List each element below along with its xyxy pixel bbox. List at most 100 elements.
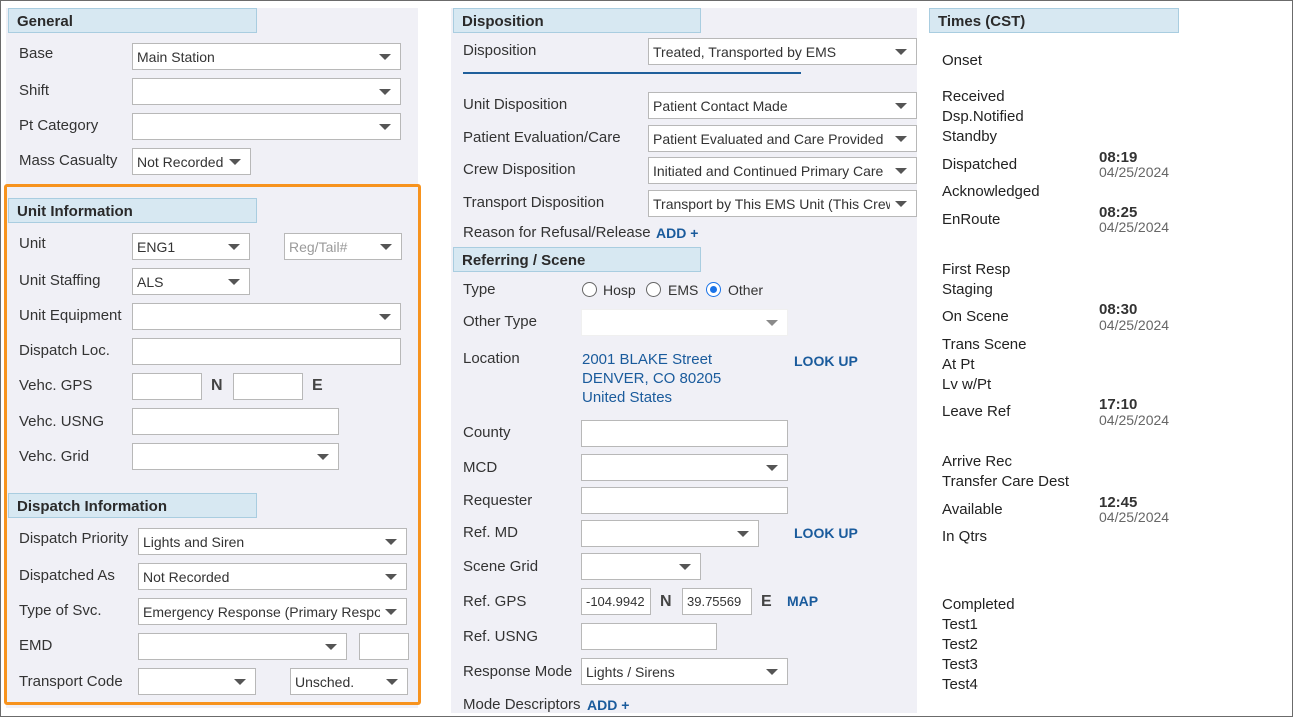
referring-header: Referring / Scene: [453, 247, 701, 272]
base-label: Base: [19, 45, 54, 62]
time-in-qtrs[interactable]: In Qtrs: [942, 528, 987, 545]
mcd-select[interactable]: [581, 454, 788, 481]
chevron-down-icon: [379, 89, 391, 95]
unit-disposition-select[interactable]: Patient Contact Made: [648, 92, 917, 119]
radio-other[interactable]: [706, 282, 721, 297]
chevron-down-icon: [766, 320, 778, 326]
location-line2: DENVER, CO 80205: [582, 370, 722, 387]
patient-eval-label: Patient Evaluation/Care: [463, 129, 621, 146]
ref-usng-input[interactable]: [581, 623, 717, 650]
chevron-down-icon: [895, 201, 907, 207]
time-trans-scene[interactable]: Trans Scene: [942, 336, 1027, 353]
ref-md-lookup-link[interactable]: LOOK UP: [794, 525, 858, 541]
time-staging[interactable]: Staging: [942, 281, 993, 298]
radio-hosp-label: Hosp: [603, 282, 636, 298]
chevron-down-icon: [895, 168, 907, 174]
time-leave-ref-time: 17:10: [1099, 396, 1138, 413]
time-test1[interactable]: Test1: [942, 616, 978, 633]
time-dispatched-date: 04/25/2024: [1099, 164, 1170, 180]
location-lookup-link[interactable]: LOOK UP: [794, 353, 858, 369]
chevron-down-icon: [737, 531, 749, 537]
county-input[interactable]: [581, 420, 788, 447]
response-mode-label: Response Mode: [463, 663, 573, 680]
highlight-box: [4, 184, 421, 705]
mode-descriptors-add-link[interactable]: ADD +: [587, 697, 629, 713]
scene-grid-label: Scene Grid: [463, 558, 539, 575]
requester-label: Requester: [463, 492, 533, 509]
mass-casualty-label: Mass Casualty: [19, 152, 118, 169]
pt-category-select[interactable]: [132, 113, 401, 140]
county-label: County: [463, 424, 511, 441]
mode-descriptors-label: Mode Descriptors: [463, 696, 581, 713]
time-received[interactable]: Received: [942, 88, 1005, 105]
radio-ems[interactable]: [646, 282, 661, 297]
time-arrive-rec[interactable]: Arrive Rec: [942, 453, 1012, 470]
disposition-label: Disposition: [463, 42, 537, 59]
crew-disposition-label: Crew Disposition: [463, 161, 576, 178]
location-line1: 2001 BLAKE Street: [582, 351, 713, 368]
location-label: Location: [463, 350, 520, 367]
times-header: Times (CST): [929, 8, 1179, 33]
time-leave-ref[interactable]: Leave Ref: [942, 403, 1010, 420]
ref-gps-lat-input[interactable]: -104.9942: [581, 588, 651, 615]
time-completed[interactable]: Completed: [942, 596, 1015, 613]
time-available[interactable]: Available: [942, 501, 1003, 518]
time-test4[interactable]: Test4: [942, 676, 978, 693]
time-lv-wpt[interactable]: Lv w/Pt: [942, 376, 991, 393]
patient-eval-select[interactable]: Patient Evaluated and Care Provided: [648, 125, 917, 152]
ref-gps-lon-input[interactable]: 39.75569: [682, 588, 752, 615]
base-select[interactable]: Main Station: [132, 43, 401, 70]
scene-grid-select[interactable]: [581, 553, 701, 580]
chevron-down-icon: [895, 49, 907, 55]
shift-label: Shift: [19, 82, 50, 99]
time-dsp-notified[interactable]: Dsp.Notified: [942, 108, 1024, 125]
time-at-pt[interactable]: At Pt: [942, 356, 975, 373]
section-divider: [463, 72, 801, 74]
time-dispatched[interactable]: Dispatched: [942, 156, 1017, 173]
type-label: Type: [463, 281, 496, 298]
chevron-down-icon: [766, 465, 778, 471]
time-test3[interactable]: Test3: [942, 656, 978, 673]
requester-input[interactable]: [581, 487, 788, 514]
chevron-down-icon: [379, 54, 391, 60]
refusal-reason-label: Reason for Refusal/Release: [463, 224, 651, 241]
time-acknowledged[interactable]: Acknowledged: [942, 183, 1040, 200]
chevron-down-icon: [679, 564, 691, 570]
ref-usng-label: Ref. USNG: [463, 628, 539, 645]
transport-disposition-label: Transport Disposition: [463, 194, 605, 211]
general-header: General: [8, 8, 257, 33]
ref-md-select[interactable]: [581, 520, 759, 547]
crew-disposition-select[interactable]: Initiated and Continued Primary Care: [648, 157, 917, 184]
time-standby[interactable]: Standby: [942, 128, 997, 145]
ref-gps-label: Ref. GPS: [463, 593, 527, 610]
time-on-scene[interactable]: On Scene: [942, 308, 1009, 325]
chevron-down-icon: [766, 669, 778, 675]
location-line3: United States: [582, 389, 673, 406]
north-label: N: [660, 593, 672, 610]
time-available-date: 04/25/2024: [1099, 509, 1170, 525]
map-link[interactable]: MAP: [787, 593, 818, 609]
pt-category-label: Pt Category: [19, 117, 99, 134]
other-type-label: Other Type: [463, 313, 537, 330]
disposition-select[interactable]: Treated, Transported by EMS: [648, 38, 917, 65]
time-on-scene-time: 08:30: [1099, 301, 1138, 318]
radio-other-label: Other: [728, 282, 764, 298]
other-type-select[interactable]: [581, 309, 788, 336]
time-leave-ref-date: 04/25/2024: [1099, 412, 1170, 428]
transport-disposition-select[interactable]: Transport by This EMS Unit (This Crew On…: [648, 190, 917, 217]
refusal-add-link[interactable]: ADD +: [656, 225, 698, 241]
time-transfer-care[interactable]: Transfer Care Dest: [942, 473, 1069, 490]
mass-casualty-select[interactable]: Not Recorded: [132, 148, 251, 175]
time-test2[interactable]: Test2: [942, 636, 978, 653]
shift-select[interactable]: [132, 78, 401, 105]
radio-hosp[interactable]: [582, 282, 597, 297]
time-first-resp[interactable]: First Resp: [942, 261, 1010, 278]
mcd-label: MCD: [463, 459, 498, 476]
response-mode-select[interactable]: Lights / Sirens: [581, 658, 788, 685]
radio-ems-label: EMS: [668, 282, 699, 298]
chevron-down-icon: [895, 136, 907, 142]
time-onset[interactable]: Onset: [942, 52, 982, 69]
chevron-down-icon: [895, 103, 907, 109]
unit-disposition-label: Unit Disposition: [463, 96, 568, 113]
time-enroute[interactable]: EnRoute: [942, 211, 1000, 228]
